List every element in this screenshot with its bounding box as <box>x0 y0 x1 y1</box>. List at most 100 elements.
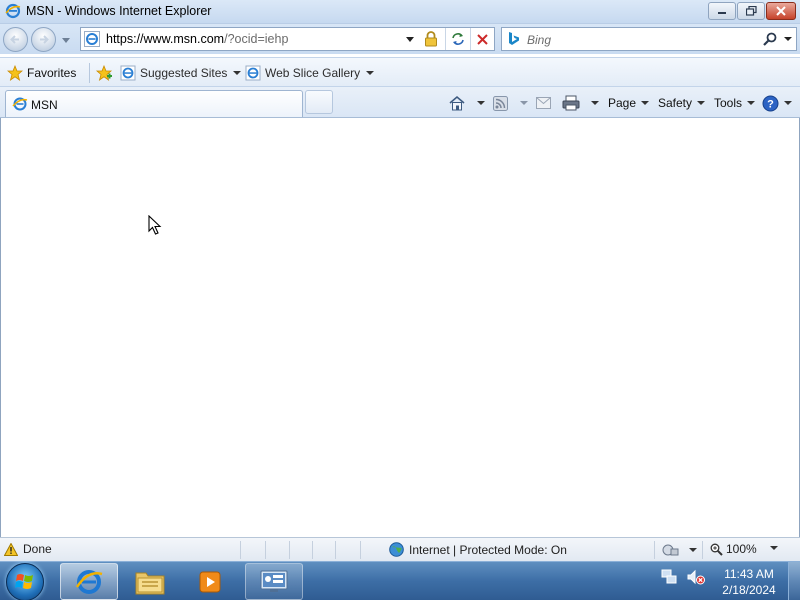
forward-button[interactable] <box>31 27 56 52</box>
mail-icon <box>536 97 551 109</box>
url-host: www.msn.com <box>143 32 225 46</box>
chevron-down-icon <box>689 547 697 552</box>
window-title: MSN - Windows Internet Explorer <box>26 4 212 18</box>
back-button[interactable] <box>3 27 28 52</box>
close-button[interactable] <box>766 2 796 20</box>
warning-icon <box>4 542 18 556</box>
tab-label: MSN <box>31 98 58 112</box>
web-slice-gallery-link[interactable]: Web Slice Gallery <box>245 62 375 84</box>
chevron-down-icon[interactable] <box>770 546 778 550</box>
search-icon[interactable] <box>762 31 778 47</box>
back-arrow-icon <box>10 35 19 44</box>
title-bar[interactable]: MSN - Windows Internet Explorer <box>0 0 800 24</box>
chevron-down-icon <box>641 101 650 105</box>
status-divider <box>240 541 241 559</box>
favorites-divider <box>89 63 90 83</box>
internet-explorer-icon <box>75 569 103 594</box>
chevron-down-icon <box>747 101 756 105</box>
print-icon <box>562 95 580 111</box>
navigation-bar: https://www.msn.com/?ocid=iehp Bing <box>0 24 800 54</box>
taskbar-media-player[interactable] <box>181 563 239 600</box>
server-manager-icon <box>260 570 288 592</box>
refresh-button[interactable] <box>445 28 469 50</box>
star-icon <box>7 65 23 81</box>
minimize-button[interactable] <box>708 2 736 20</box>
close-icon <box>776 6 786 16</box>
network-icon[interactable] <box>660 568 678 586</box>
feeds-icon <box>493 95 508 111</box>
search-box[interactable]: Bing <box>501 27 797 51</box>
status-divider <box>360 541 361 559</box>
forward-arrow-icon <box>40 35 49 44</box>
recent-pages-dropdown[interactable] <box>60 34 72 46</box>
feeds-button[interactable] <box>493 93 528 113</box>
add-favorite-icon <box>95 65 113 81</box>
security-zone-text: Internet | Protected Mode: On <box>409 542 567 557</box>
home-icon <box>449 95 465 111</box>
taskbar-internet-explorer[interactable] <box>60 563 118 600</box>
chevron-down-icon[interactable] <box>520 101 528 105</box>
chevron-down-icon[interactable] <box>591 101 599 105</box>
print-button[interactable] <box>562 93 599 113</box>
ie-page-icon <box>245 65 261 81</box>
ie-icon <box>5 3 21 19</box>
security-report-button[interactable] <box>420 28 442 50</box>
minimize-icon <box>718 12 726 14</box>
chevron-down-icon <box>784 101 792 105</box>
mouse-cursor-icon <box>148 215 162 235</box>
zoom-level-button[interactable]: 100% <box>710 542 757 556</box>
chevron-down-icon <box>233 71 242 75</box>
page-menu-label: Page <box>608 96 637 110</box>
volume-muted-icon[interactable] <box>686 568 706 586</box>
stop-button[interactable] <box>470 28 494 50</box>
taskbar-server-manager[interactable] <box>245 563 303 600</box>
search-placeholder[interactable]: Bing <box>527 33 551 47</box>
tab-and-command-bar: MSN Page Safety Tools ? <box>0 87 800 118</box>
web-slice-gallery-label: Web Slice Gallery <box>265 66 361 80</box>
page-menu[interactable]: Page <box>608 93 650 113</box>
ie-icon <box>12 97 28 111</box>
suggested-sites-link[interactable]: Suggested Sites <box>120 62 242 84</box>
chevron-down-icon[interactable] <box>477 101 485 105</box>
window-controls <box>708 2 796 20</box>
stop-icon <box>477 33 488 45</box>
safety-menu[interactable]: Safety <box>658 93 706 113</box>
protected-mode-toggle[interactable] <box>662 542 697 557</box>
refresh-icon <box>451 33 464 45</box>
status-message: Done <box>4 542 52 556</box>
folder-icon <box>135 572 165 594</box>
windows-logo-icon <box>15 574 33 589</box>
taskbar-windows-explorer[interactable] <box>121 563 179 600</box>
restore-button[interactable] <box>737 2 765 20</box>
status-divider <box>654 541 655 559</box>
address-bar[interactable]: https://www.msn.com/?ocid=iehp <box>80 27 495 51</box>
url-scheme: https:// <box>106 32 144 46</box>
home-button[interactable] <box>448 93 485 113</box>
suggested-sites-label: Suggested Sites <box>140 66 228 80</box>
address-dropdown-button[interactable] <box>401 28 419 50</box>
bing-icon <box>509 32 519 45</box>
show-desktop-button[interactable] <box>788 562 800 600</box>
chevron-down-icon <box>62 37 70 43</box>
favorites-label: Favorites <box>27 66 77 80</box>
restore-icon <box>745 6 757 16</box>
ie-icon <box>84 31 100 47</box>
url-text[interactable]: https://www.msn.com/?ocid=iehp <box>106 32 288 46</box>
system-clock[interactable]: 11:43 AM 2/18/2024 <box>714 566 784 598</box>
chevron-down-icon[interactable] <box>783 34 793 44</box>
favorites-button[interactable]: Favorites <box>7 62 76 84</box>
read-mail-button[interactable] <box>536 93 551 113</box>
status-divider <box>335 541 336 559</box>
tools-menu[interactable]: Tools <box>714 93 756 113</box>
start-button[interactable] <box>6 563 44 600</box>
help-button[interactable]: ? <box>762 93 792 113</box>
security-zone[interactable]: Internet | Protected Mode: On <box>389 542 567 557</box>
new-tab-button[interactable] <box>305 90 333 114</box>
add-to-favorites-bar-button[interactable] <box>95 62 113 84</box>
globe-icon <box>389 542 404 557</box>
chevron-down-icon <box>697 101 706 105</box>
page-content-area[interactable] <box>0 118 800 537</box>
safety-menu-label: Safety <box>658 96 693 110</box>
tab-msn[interactable]: MSN <box>5 90 303 117</box>
status-divider <box>265 541 266 559</box>
